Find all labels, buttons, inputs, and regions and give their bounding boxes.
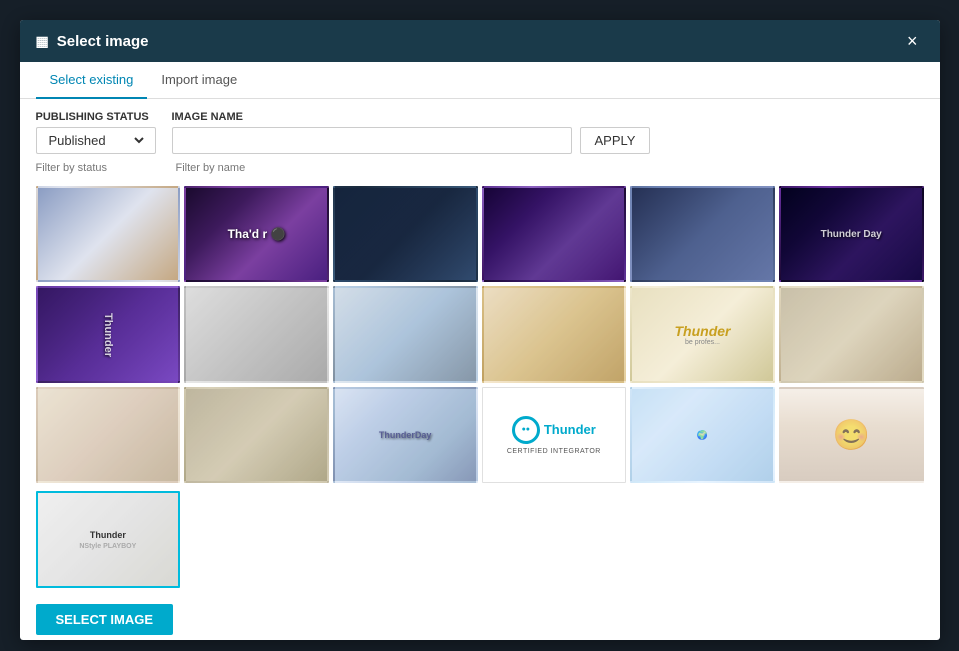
status-select-wrapper[interactable]: Published Draft Unpublished <box>36 127 156 154</box>
image-item[interactable] <box>36 387 181 483</box>
image-item[interactable]: Tha'd r ⚫ <box>184 186 329 282</box>
select-image-modal: Select image × Select existing Import im… <box>20 20 940 640</box>
image-name-input[interactable] <box>172 127 572 154</box>
image-item[interactable]: 🌍 <box>630 387 775 483</box>
image-item[interactable] <box>630 186 775 282</box>
last-image-row: ThunderNStyle PLAYBOY <box>20 487 940 591</box>
image-grid: Tha'd r ⚫ Thunder Day <box>20 182 940 487</box>
image-item[interactable]: Thunder <box>36 286 181 382</box>
image-item[interactable] <box>779 286 924 382</box>
image-item[interactable] <box>482 286 627 382</box>
image-item[interactable]: 😊 <box>779 387 924 483</box>
filter-hints: Filter by status Filter by name <box>20 160 940 182</box>
modal-body: Tha'd r ⚫ Thunder Day <box>20 182 940 640</box>
image-item-selected[interactable]: ThunderNStyle PLAYBOY <box>36 491 181 587</box>
status-select[interactable]: Published Draft Unpublished <box>45 132 147 149</box>
modal-close-button[interactable]: × <box>901 30 924 52</box>
publishing-status-label: PUBLISHING STATUS <box>36 111 156 123</box>
name-input-wrapper: APPLY <box>172 127 651 154</box>
tab-select-existing[interactable]: Select existing <box>36 62 148 99</box>
image-item[interactable] <box>36 186 181 282</box>
image-name-label: IMAGE NAME <box>172 111 651 123</box>
publishing-status-filter: PUBLISHING STATUS Published Draft Unpubl… <box>36 111 156 154</box>
image-item[interactable]: ●● Thunder CERTIFIED INTEGRATOR <box>482 387 627 483</box>
select-image-button[interactable]: SELECT IMAGE <box>36 604 174 635</box>
modal-title: Select image <box>36 33 149 50</box>
image-item[interactable] <box>184 286 329 382</box>
modal-overlay: Select image × Select existing Import im… <box>0 0 959 651</box>
image-item[interactable] <box>333 286 478 382</box>
apply-button[interactable]: APPLY <box>580 127 651 154</box>
image-item[interactable] <box>184 387 329 483</box>
image-item[interactable] <box>482 186 627 282</box>
modal-tabs: Select existing Import image <box>20 62 940 99</box>
image-item[interactable]: Thunder Day <box>779 186 924 282</box>
select-button-wrapper: SELECT IMAGE <box>20 592 940 640</box>
tab-import-image[interactable]: Import image <box>147 62 251 99</box>
image-name-filter: IMAGE NAME APPLY <box>172 111 651 154</box>
image-item[interactable]: ThunderDay <box>333 387 478 483</box>
modal-header: Select image × <box>20 20 940 62</box>
filters-row: PUBLISHING STATUS Published Draft Unpubl… <box>20 99 940 160</box>
image-item[interactable]: Thunder be profes... <box>630 286 775 382</box>
filter-by-status-hint: Filter by status <box>36 162 176 174</box>
image-item[interactable] <box>333 186 478 282</box>
filter-by-name-hint: Filter by name <box>176 162 316 174</box>
